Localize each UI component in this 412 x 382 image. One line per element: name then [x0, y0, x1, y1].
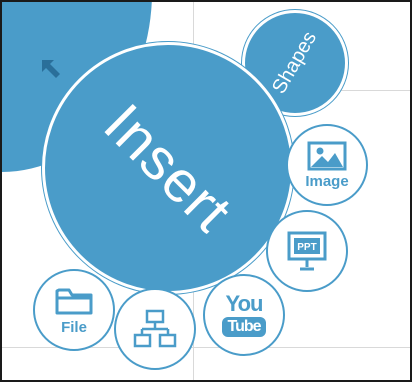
youtube-label-box: Tube	[222, 317, 266, 337]
youtube-button[interactable]: You Tube	[203, 274, 285, 356]
grid-line-horizontal-short	[332, 90, 410, 91]
folder-icon	[55, 288, 93, 314]
image-label: Image	[305, 172, 349, 190]
org-chart-icon	[133, 309, 177, 348]
file-label: File	[61, 318, 87, 336]
youtube-icon: You Tube	[222, 291, 266, 337]
image-icon	[307, 141, 347, 170]
org-chart-button[interactable]	[114, 288, 196, 370]
ppt-label: PPT	[297, 242, 316, 253]
presentation-icon: PPT	[287, 231, 327, 271]
image-button[interactable]: Image	[286, 124, 368, 206]
file-button[interactable]: File	[33, 269, 115, 351]
canvas-frame: Shapes Insert Image PPT You Tube File	[0, 0, 412, 382]
ppt-button[interactable]: PPT	[266, 210, 348, 292]
youtube-label-top: You	[225, 291, 264, 316]
arrow-up-left-icon[interactable]	[40, 58, 62, 80]
